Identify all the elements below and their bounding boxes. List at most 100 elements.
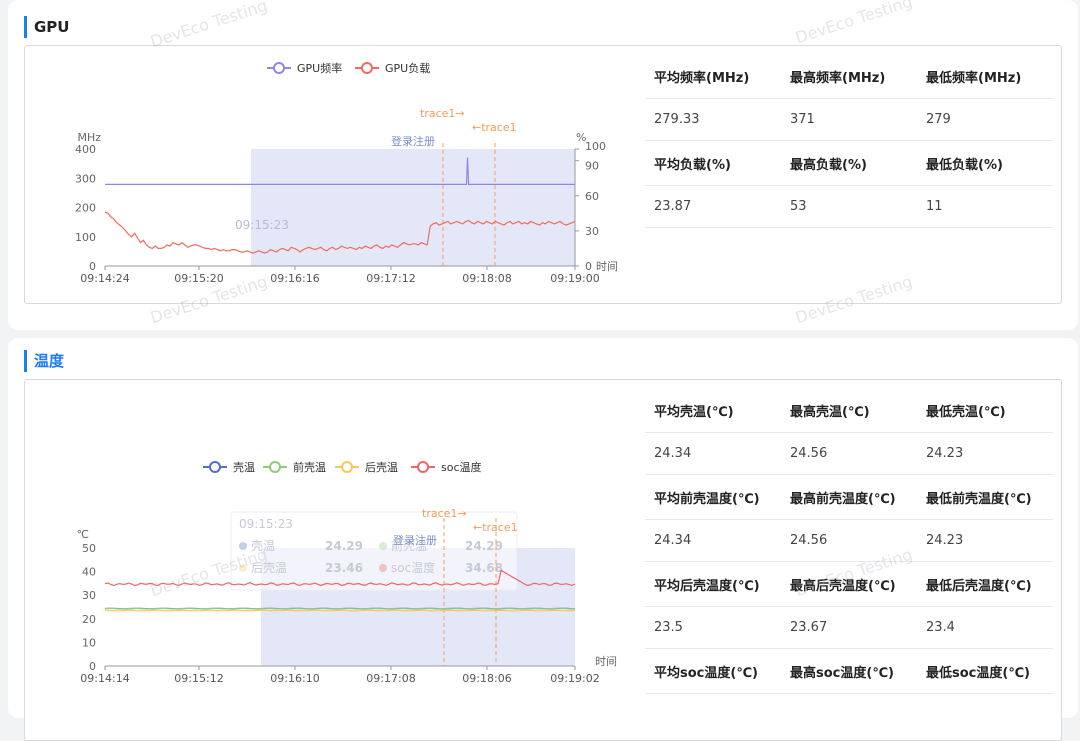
stat-value: 24.34 — [654, 533, 692, 548]
stat-value: 23.4 — [926, 620, 955, 635]
tooltip-label: 壳温 — [251, 539, 275, 553]
tooltip-dot — [379, 542, 387, 550]
temp-series-0-legend-label: 壳温 — [233, 460, 255, 474]
stat-header: 最高频率(MHz) — [790, 70, 886, 86]
temp-series-1-legend-label: 前壳温 — [293, 460, 326, 474]
y-tick-label: 50 — [82, 542, 96, 555]
gpu-section-title: GPU — [24, 16, 70, 38]
x-tick-label: 09:14:14 — [80, 672, 129, 685]
y-tick-label: 20 — [82, 613, 96, 626]
y-right-tick-label: 60 — [585, 190, 599, 203]
ghost-time-label: 09:15:23 — [235, 218, 289, 232]
y-right-tick-label: 30 — [585, 225, 599, 238]
tooltip-dot — [379, 564, 387, 572]
tooltip-label: soc温度 — [391, 560, 435, 575]
stat-header: 最低负载(%) — [926, 157, 1003, 173]
watermark: DevEco Testing — [793, 0, 915, 48]
temperature-section-title: 温度 — [24, 350, 64, 372]
stat-value: 24.23 — [926, 446, 964, 461]
x-tick-label: 09:16:10 — [270, 672, 319, 685]
gpu-stats-value-row: 279.33 371 279 — [645, 99, 1053, 141]
back-shell-temp-line — [104, 609, 576, 612]
gpu-panel: GPU GPU频率 GPU负载 MHz% 400 300 200 100 0 100 90 60 30… — [8, 0, 1078, 330]
stat-value: 24.56 — [790, 533, 828, 548]
tooltip-value: 34.68 — [465, 561, 503, 575]
stat-value: 24.56 — [790, 446, 828, 461]
selection-band — [251, 149, 575, 266]
gpu-freq-legend-marker — [273, 62, 285, 74]
x-tick-label: 09:14:24 — [80, 272, 129, 285]
stat-header: 最低后壳温度(℃) — [926, 578, 1032, 594]
stat-header: 平均后壳温度(℃) — [654, 578, 760, 594]
stat-header: 最低soc温度(℃) — [926, 665, 1031, 681]
tooltip-dot — [239, 564, 247, 572]
x-tick-label: 09:15:20 — [174, 272, 223, 285]
y-axis-unit: ℃ — [77, 528, 89, 541]
temperature-panel: 温度 壳温 前壳温 后壳温 soc温度 09:15:23 壳温 24.29 前壳温 24.29 后… — [8, 338, 1078, 741]
stat-value: 23.67 — [790, 620, 828, 635]
gpu-chart[interactable]: GPU频率 GPU负载MHz %40030020010001009060300 时间0… — [25, 46, 625, 303]
front-shell-temp-line — [104, 607, 576, 610]
x-tick-label: 09:19:00 — [550, 272, 599, 285]
stat-header: 平均soc温度(℃) — [654, 665, 759, 681]
trace1-end-label: ←trace1 — [472, 121, 517, 134]
temp-stats-value-row: 24.34 24.56 24.23 — [645, 433, 1053, 475]
y-tick-label: 40 — [82, 566, 96, 579]
temp-stats-header-row: 平均前壳温度(℃) 最高前壳温度(℃) 最低前壳温度(℃) — [645, 475, 1053, 520]
x-tick-label: 09:17:08 — [366, 672, 415, 685]
x-tick-label: 09:18:06 — [462, 672, 511, 685]
stat-value: 11 — [926, 199, 943, 214]
temp-series-3-legend-marker — [417, 461, 429, 473]
y-right-tick-label: 100 — [585, 140, 606, 153]
watermark: DevEco Testing — [148, 0, 270, 52]
y-left-tick-label: 400 — [75, 143, 96, 156]
gpu-load-legend-marker — [361, 62, 373, 74]
tooltip-value: 24.29 — [465, 539, 503, 553]
stat-header: 最高前壳温度(℃) — [790, 491, 896, 507]
temp-stats-value-row: 23.5 23.67 23.4 — [645, 607, 1053, 649]
x-tick-label: 09:17:12 — [366, 272, 415, 285]
stat-value: 371 — [790, 112, 815, 127]
gpu-stats-value-row: 23.87 53 11 — [645, 186, 1053, 228]
stat-header: 最低壳温(℃) — [926, 404, 1006, 420]
gpu-stats-table: 平均频率(MHz) 最高频率(MHz) 最低频率(MHz) 279.33 371 279 平… — [645, 54, 1053, 228]
temp-stats-header-row: 平均soc温度(℃) 最高soc温度(℃) 最低soc温度(℃) — [645, 649, 1053, 694]
stat-value: 23.87 — [654, 199, 692, 214]
stat-header: 最低前壳温度(℃) — [926, 491, 1032, 507]
y-left-tick-label: 200 — [75, 202, 96, 215]
stat-value: 24.34 — [654, 446, 692, 461]
y-tick-label: 30 — [82, 589, 96, 602]
tooltip-value: 24.29 — [325, 539, 363, 553]
tooltip-value: 23.46 — [325, 561, 363, 575]
temp-series-2-legend-marker — [341, 461, 353, 473]
stat-header: 平均频率(MHz) — [654, 70, 750, 86]
temp-series-3-legend-label: soc温度 — [441, 460, 482, 474]
trace1-end-label: ←trace1 — [473, 521, 518, 534]
trace1-start-label: trace1→ — [422, 507, 467, 520]
gpu-stats-header-row: 平均负载(%) 最高负载(%) 最低负载(%) — [645, 141, 1053, 186]
stat-value: 279.33 — [654, 112, 700, 127]
stat-header: 最高后壳温度(℃) — [790, 578, 896, 594]
temperature-stats-table: 平均壳温(℃) 最高壳温(℃) 最低壳温(℃) 24.34 24.56 24.23 平均前壳… — [645, 388, 1053, 694]
stat-value: 53 — [790, 199, 807, 214]
y-left-tick-label: 300 — [75, 172, 96, 185]
gpu-load-legend-label: GPU负载 — [385, 61, 430, 75]
y-left-tick-label: 100 — [75, 231, 96, 244]
temperature-chart[interactable]: 壳温 前壳温 后壳温 soc温度09:15:23壳温 24.29 前壳温 24.29后壳温 2… — [25, 380, 625, 710]
x-tick-label: 09:18:08 — [462, 272, 511, 285]
login-marker-label: 登录注册 — [391, 134, 435, 148]
stat-header: 平均壳温(℃) — [654, 404, 734, 420]
temperature-card: 壳温 前壳温 后壳温 soc温度 09:15:23 壳温 24.29 前壳温 24.29 后壳温 2… — [24, 379, 1062, 741]
stat-header: 最低频率(MHz) — [926, 70, 1022, 86]
x-tick-label: 09:16:16 — [270, 272, 319, 285]
x-axis-unit: 时间 — [595, 655, 617, 668]
gpu-stats-header-row: 平均频率(MHz) 最高频率(MHz) 最低频率(MHz) — [645, 54, 1053, 99]
temp-stats-header-row: 平均壳温(℃) 最高壳温(℃) 最低壳温(℃) — [645, 388, 1053, 433]
stat-header: 最高负载(%) — [790, 157, 867, 173]
gpu-freq-legend-label: GPU频率 — [297, 61, 342, 75]
gpu-card: GPU频率 GPU负载 MHz% 400 300 200 100 0 100 90 60 30 0 时间 0… — [24, 45, 1062, 304]
x-tick-label: 09:15:12 — [174, 672, 223, 685]
trace1-start-label: trace1→ — [420, 107, 465, 120]
stat-header: 平均负载(%) — [654, 157, 731, 173]
login-marker-label: 登录注册 — [393, 533, 437, 547]
